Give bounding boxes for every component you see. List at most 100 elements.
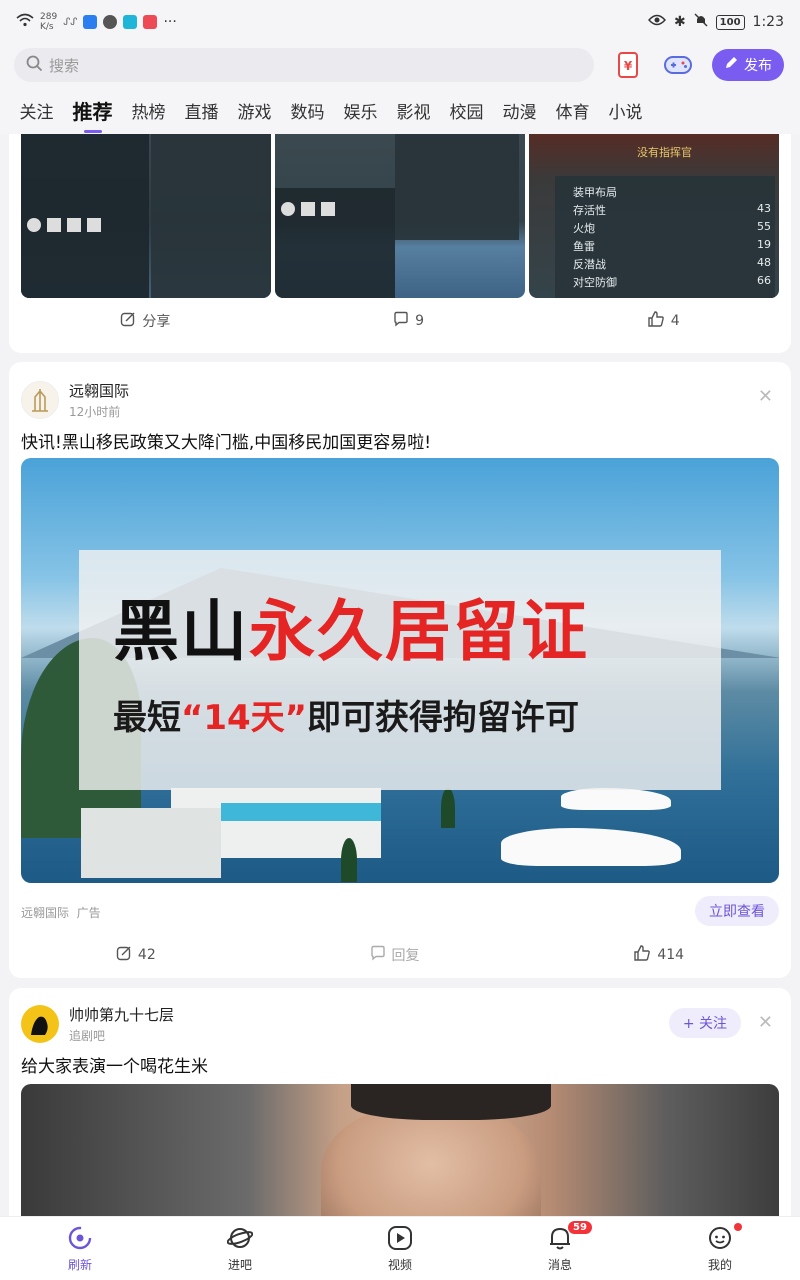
wechat-icon: [103, 15, 118, 29]
nav-video[interactable]: 视频: [320, 1217, 480, 1280]
post-image[interactable]: [21, 134, 271, 298]
message-badge: 59: [568, 1221, 592, 1234]
refresh-icon: [67, 1225, 93, 1254]
post-card[interactable]: 帅帅第九十七层 追剧吧 + 关注 ✕ 给大家表演一个喝花生米: [9, 988, 791, 1216]
comment-count: 9: [415, 313, 424, 329]
banner-title: 黑山永久居留证: [113, 578, 589, 674]
publish-label: 发布: [744, 58, 772, 74]
share-button[interactable]: 分享: [120, 311, 170, 331]
ad-banner-image[interactable]: 黑山永久居留证 最短“14天”即可获得拘留许可: [21, 458, 779, 883]
wifi-icon: [16, 13, 34, 31]
view-now-button[interactable]: 立即查看: [695, 896, 779, 926]
tab-live[interactable]: 直播: [175, 98, 228, 123]
tab-hot[interactable]: 热榜: [122, 98, 175, 123]
nav-profile[interactable]: 我的: [640, 1217, 800, 1280]
nav-messages[interactable]: 59 消息: [480, 1217, 640, 1280]
nav-forums-label: 进吧: [227, 1257, 252, 1272]
feed[interactable]: 没有指挥官 装甲布局 存活性 43 火炮 55 鱼雷 19 反潜战 48 对空防…: [0, 134, 800, 1216]
share-label: 分享: [142, 314, 171, 330]
post-title[interactable]: 快讯!黑山移民政策又大降门槛,中国移民加国更容易啦!: [21, 428, 431, 453]
ad-post-card[interactable]: 远翱国际 12小时前 ✕ 快讯!黑山移民政策又大降门槛,中国移民加国更容易啦! …: [9, 362, 791, 978]
comment-icon: [370, 945, 386, 965]
face-icon: [707, 1225, 733, 1254]
post-actions: 分享 9 4: [9, 310, 791, 332]
stat-label: 反潜战: [573, 258, 606, 271]
nav-video-label: 视频: [387, 1257, 412, 1272]
game-controller-icon[interactable]: [662, 49, 694, 81]
tab-campus[interactable]: 校园: [440, 98, 493, 123]
stat-value: 55: [757, 220, 771, 233]
like-button[interactable]: 414: [633, 944, 684, 966]
nav-messages-label: 消息: [547, 1257, 572, 1272]
tab-games[interactable]: 游戏: [228, 98, 281, 123]
share-button[interactable]: 42: [116, 945, 156, 965]
publish-button[interactable]: 发布: [712, 49, 784, 81]
top-header: 搜索 ¥ 发布: [0, 44, 800, 86]
forum-name[interactable]: 追剧吧: [69, 1027, 174, 1044]
avatar[interactable]: [21, 1005, 59, 1043]
nfc-icon: ᔑᔑ: [63, 16, 78, 28]
stat-label: 鱼雷: [573, 240, 595, 253]
author-name[interactable]: 帅帅第九十七层: [69, 1004, 174, 1025]
comment-button[interactable]: 9: [393, 311, 424, 331]
thumbs-up-icon: [647, 310, 665, 332]
image-grid: 没有指挥官 装甲布局 存活性 43 火炮 55 鱼雷 19 反潜战 48 对空防…: [21, 134, 779, 298]
avatar[interactable]: [21, 381, 59, 419]
tab-digital[interactable]: 数码: [281, 98, 334, 123]
nav-refresh[interactable]: 刷新: [0, 1217, 160, 1280]
close-icon[interactable]: ✕: [758, 1012, 773, 1033]
eye-icon: [648, 14, 666, 30]
svg-text:¥: ¥: [624, 59, 633, 73]
thumbs-up-icon: [633, 944, 651, 966]
stat-label: 装甲布局: [573, 186, 617, 199]
follow-button[interactable]: + 关注: [668, 1008, 741, 1038]
search-icon: [26, 55, 43, 76]
reply-label: 回复: [391, 948, 420, 964]
post-image[interactable]: [275, 134, 525, 298]
stat-value: 66: [757, 274, 771, 287]
ad-source: 远翱国际: [21, 906, 70, 920]
tab-entertainment[interactable]: 娱乐: [334, 98, 387, 123]
clock: 1:23: [752, 14, 784, 30]
share-count: 42: [137, 947, 156, 963]
share-icon: [120, 311, 136, 331]
ad-tag: 广告: [76, 906, 101, 920]
post-header: 帅帅第九十七层 追剧吧: [21, 1004, 174, 1044]
tab-anime[interactable]: 动漫: [493, 98, 546, 123]
close-icon[interactable]: ✕: [758, 386, 773, 407]
post-title[interactable]: 给大家表演一个喝花生米: [21, 1052, 208, 1077]
category-tabs: 关注 推荐 热榜 直播 游戏 数码 娱乐 影视 校园 动漫 体育 小说: [0, 86, 800, 134]
post-video-thumbnail[interactable]: [21, 1084, 779, 1216]
stat-label: 对空防御: [573, 276, 617, 289]
share-icon: [116, 945, 132, 965]
banner-title-black: 黑山: [113, 593, 249, 670]
tab-movies[interactable]: 影视: [387, 98, 440, 123]
stat-value: 48: [757, 256, 771, 269]
tab-follow[interactable]: 关注: [10, 98, 63, 123]
tab-recommend[interactable]: 推荐: [63, 96, 122, 133]
nav-profile-label: 我的: [707, 1257, 732, 1272]
comment-icon: [393, 311, 409, 331]
stat-value: 19: [757, 238, 771, 251]
like-button[interactable]: 4: [647, 310, 680, 332]
search-bar[interactable]: 搜索: [14, 48, 594, 82]
notification-dot: [734, 1223, 742, 1231]
status-bar: 289 K/s ᔑᔑ ··· ✱ 100 1:23: [0, 0, 800, 44]
battery-indicator: 100: [715, 14, 745, 30]
bottom-nav: 刷新 进吧 视频 59 消息 我的: [0, 1216, 800, 1280]
search-placeholder: 搜索: [49, 56, 80, 75]
post-card[interactable]: 没有指挥官 装甲布局 存活性 43 火炮 55 鱼雷 19 反潜战 48 对空防…: [9, 134, 791, 353]
red-app-icon: [143, 15, 158, 29]
banner-sub-a: 最短: [113, 698, 181, 738]
shield-app-icon: [83, 15, 98, 29]
post-image[interactable]: 没有指挥官 装甲布局 存活性 43 火炮 55 鱼雷 19 反潜战 48 对空防…: [529, 134, 779, 298]
tab-sports[interactable]: 体育: [546, 98, 599, 123]
tab-novels[interactable]: 小说: [599, 98, 652, 123]
nav-forums[interactable]: 进吧: [160, 1217, 320, 1280]
stat-label: 火炮: [573, 222, 595, 235]
author-name[interactable]: 远翱国际: [69, 380, 129, 401]
pencil-icon: [724, 56, 738, 74]
lucky-bag-icon[interactable]: ¥: [612, 49, 644, 81]
reply-button[interactable]: 回复: [370, 945, 420, 965]
bluetooth-icon: ✱: [673, 14, 686, 30]
